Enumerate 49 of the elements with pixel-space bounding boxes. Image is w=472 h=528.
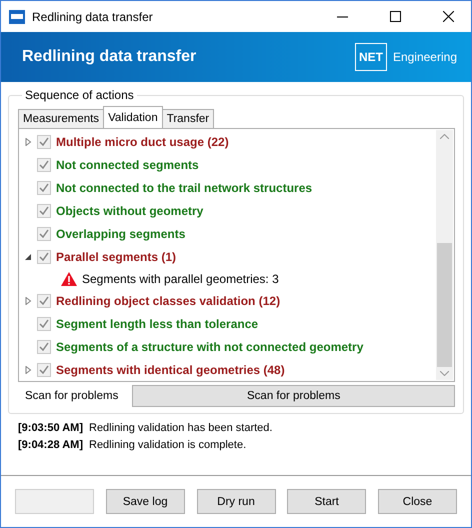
footer-button[interactable]: Save log	[106, 489, 185, 514]
checkbox[interactable]	[37, 340, 51, 354]
check-label: Objects without geometry	[56, 204, 204, 218]
check-label: Segments of a structure with not connected geometry	[56, 340, 364, 354]
collapsed-arrow-icon[interactable]	[24, 296, 32, 304]
expanded-arrow-icon[interactable]	[24, 252, 32, 260]
check-label: Segments with identical geometries (48)	[56, 362, 285, 376]
chevron-down-icon[interactable]	[440, 371, 449, 376]
log-time: [9:03:50 AM]	[18, 422, 83, 434]
app-logo-icon	[9, 10, 25, 24]
collapsed-arrow-icon[interactable]	[24, 366, 32, 374]
checkbox[interactable]	[37, 204, 51, 218]
banner-title: Redlining data transfer	[22, 48, 198, 66]
checkbox[interactable]	[37, 250, 51, 264]
check-label: Overlapping segments	[56, 226, 186, 240]
check-label: Not connected segments	[56, 158, 199, 172]
chevron-up-icon[interactable]	[440, 134, 449, 139]
checkbox[interactable]	[37, 134, 51, 148]
company-name: Engineering	[392, 50, 457, 64]
close-icon	[442, 11, 454, 22]
warning-icon	[61, 272, 77, 286]
maximize-icon	[390, 11, 400, 22]
log-message: Redlining validation is complete.	[89, 439, 246, 451]
scan-label: Scan for problems	[25, 390, 118, 402]
company-logo: NET	[354, 43, 387, 71]
group-title: Sequence of actions	[24, 88, 135, 102]
scrollbar[interactable]	[436, 130, 453, 380]
checkbox[interactable]	[37, 158, 51, 172]
checkbox[interactable]	[37, 180, 51, 194]
check-label: Redlining object classes validation (12)	[56, 294, 280, 308]
log-message: Redlining validation has been started.	[89, 422, 272, 434]
check-label: Parallel segments (1)	[56, 250, 176, 264]
footer-button[interactable]: Close	[378, 489, 457, 514]
check-label: Segment length less than tolerance	[56, 316, 258, 330]
footer-button[interactable]: Dry run	[196, 489, 276, 514]
collapsed-arrow-icon[interactable]	[24, 138, 32, 146]
footer-button[interactable]: Start	[287, 489, 366, 514]
check-label: Multiple micro duct usage (22)	[56, 134, 229, 148]
checkbox[interactable]	[37, 362, 51, 376]
result-text: Segments with parallel geometries: 3	[82, 272, 279, 286]
tab[interactable]: Measurements	[18, 109, 104, 128]
tab[interactable]: Transfer	[162, 109, 214, 128]
checkbox[interactable]	[37, 316, 51, 330]
scan-button[interactable]: Scan for problems	[132, 385, 455, 407]
window-title: Redlining data transfer	[32, 10, 154, 24]
checkbox[interactable]	[37, 226, 51, 240]
checkbox[interactable]	[37, 294, 51, 308]
log-time: [9:04:28 AM]	[18, 439, 83, 451]
check-label: Not connected to the trail network structures	[56, 180, 312, 194]
